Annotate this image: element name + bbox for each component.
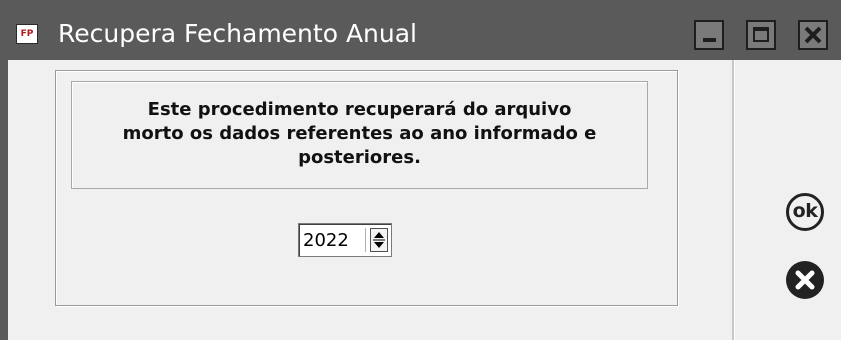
- ok-button[interactable]: ok: [786, 193, 824, 231]
- close-button[interactable]: [798, 20, 828, 50]
- spinner-separator: [365, 228, 366, 252]
- message-panel: Este procedimento recuperará do arquivo …: [71, 81, 648, 189]
- minimize-button[interactable]: [694, 20, 724, 50]
- cancel-button[interactable]: [786, 261, 824, 299]
- spin-buttons[interactable]: [370, 228, 388, 252]
- window-title: Recupera Fechamento Anual: [58, 19, 417, 48]
- spin-up-down-icon: [373, 232, 385, 248]
- title-bar[interactable]: FP Recupera Fechamento Anual: [0, 0, 841, 60]
- fp-app-icon: FP: [16, 24, 38, 44]
- cancel-x-circle-icon: [795, 270, 815, 290]
- year-spinner[interactable]: 2022: [298, 223, 392, 257]
- ok-button-label: ok: [792, 200, 818, 222]
- close-icon: [804, 26, 822, 44]
- message-text: Este procedimento recuperará do arquivo …: [122, 99, 597, 168]
- maximize-button[interactable]: [746, 20, 776, 50]
- year-input[interactable]: 2022: [303, 230, 349, 251]
- action-panel-divider: [732, 60, 735, 340]
